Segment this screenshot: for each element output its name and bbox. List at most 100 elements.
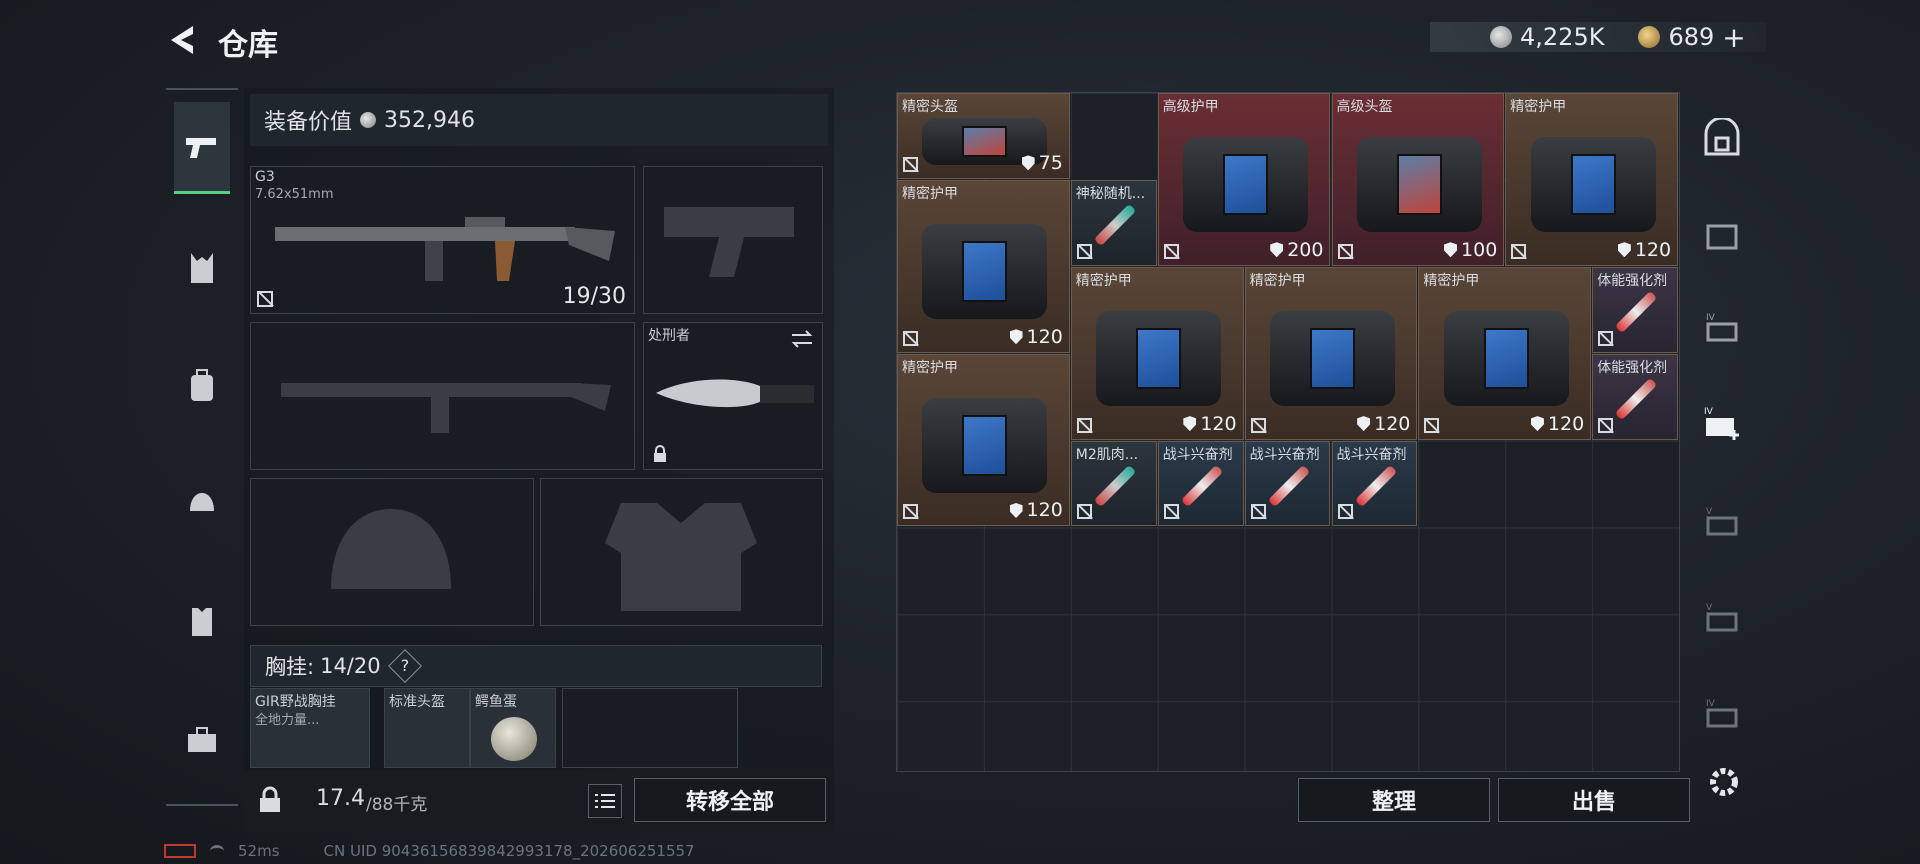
stash-item[interactable]: 体能强化剂 <box>1592 266 1679 353</box>
bag-screen-icon <box>1483 328 1529 390</box>
durability-value: 120 <box>1634 238 1672 261</box>
tab-backpack[interactable] <box>174 356 230 416</box>
broken-indicator-icon <box>1598 330 1614 346</box>
stash-item-name: 战斗兴奋剂 <box>1249 446 1320 463</box>
shield-icon <box>1270 242 1284 258</box>
silver-coin-icon <box>1490 26 1512 48</box>
rifle-ghost-icon <box>281 383 611 433</box>
help-button[interactable]: ? <box>387 649 422 683</box>
weight-current: 17.4 <box>316 786 365 811</box>
tab-weapons[interactable] <box>174 102 230 194</box>
stash-item[interactable]: M2肌肉... <box>1070 440 1157 527</box>
broken-indicator-icon <box>1511 243 1527 259</box>
category-tabs <box>166 88 238 806</box>
status-bar: 52ms CN UID 9043615683984299317​8_202606… <box>164 842 695 860</box>
value-amount: 352,946 <box>384 107 475 133</box>
stash-item[interactable]: 战斗兴奋剂 <box>1244 440 1331 527</box>
stash-item-name: 精密护甲 <box>1423 272 1480 289</box>
melee-name: 处刑者 <box>648 328 690 344</box>
broken-indicator-icon <box>1163 504 1179 520</box>
shield-icon <box>1530 416 1544 432</box>
broken-indicator-icon <box>1076 504 1092 520</box>
tab-helmet[interactable] <box>174 474 230 534</box>
second-primary-slot[interactable] <box>250 322 635 470</box>
sell-button[interactable]: 出售 <box>1498 778 1690 822</box>
currency-bar: 4,225K 689 + <box>1430 21 1766 54</box>
stash-item-name: 高级头盔 <box>1336 99 1393 115</box>
case-v2-icon[interactable]: V <box>1700 596 1744 640</box>
add-gold-button[interactable]: + <box>1722 21 1745 54</box>
stash-item[interactable]: 战斗兴奋剂 <box>1331 440 1418 527</box>
helmet-bag-icon <box>1356 137 1482 233</box>
shield-icon <box>1617 242 1631 258</box>
stash-item[interactable]: 高级头盔 100 <box>1331 93 1505 266</box>
rig-icon <box>191 253 213 283</box>
uid: CN UID 9043615683984299317​8_20260625155… <box>323 842 695 860</box>
stash-item[interactable]: 精密护甲 120 <box>1505 93 1679 266</box>
durability: 75 <box>1021 151 1063 174</box>
stash-item[interactable]: 精密头盔 75 <box>897 93 1070 179</box>
stash-item[interactable]: 体能强化剂 <box>1592 353 1679 440</box>
armor-bag-icon <box>1530 137 1656 233</box>
chest-empty-slot[interactable] <box>562 688 738 768</box>
settings-icon[interactable] <box>1704 762 1744 802</box>
warehouse-screen: 仓库 4,225K 689 + 装备价值 352,946 G3 7.62x51m… <box>0 0 1920 864</box>
case-iv-icon[interactable]: IV <box>1700 306 1744 350</box>
stash-item[interactable]: 精密护甲 120 <box>1070 266 1244 440</box>
silver-coin-icon <box>360 112 377 128</box>
pistol-icon <box>186 137 216 158</box>
back-arrow-icon[interactable] <box>165 22 201 58</box>
crate-icon[interactable] <box>1700 212 1744 256</box>
durability: 200 <box>1270 239 1323 261</box>
stash-item[interactable]: 精密护甲 120 <box>1244 266 1418 440</box>
durability: 120 <box>1617 238 1672 261</box>
broken-indicator-icon <box>1076 417 1092 433</box>
tab-armor[interactable] <box>174 592 230 652</box>
syringe-icon <box>1093 464 1137 507</box>
tab-chest-rig[interactable] <box>174 238 230 298</box>
stash-item-name: 精密护甲 <box>1249 272 1306 289</box>
weapon-name: G3 <box>255 169 275 185</box>
armor-bag-icon <box>1183 137 1309 233</box>
broken-indicator-icon <box>903 330 918 346</box>
stash-item-name: 精密头盔 <box>902 99 958 115</box>
stash-item[interactable]: 精密护甲 120 <box>897 353 1070 527</box>
bag-screen-icon <box>962 241 1008 303</box>
shield-icon <box>1009 329 1023 345</box>
syringe-icon <box>1354 464 1397 507</box>
container-rail: IV IV V V IV <box>1692 92 1752 782</box>
chest-rig-bar: 胸挂: 14/20 ? <box>250 645 822 687</box>
stash-item[interactable]: 高级护甲 200 <box>1157 93 1331 266</box>
stash-item[interactable]: 精密护甲 120 <box>1418 266 1592 440</box>
chest-rig-item[interactable]: GIR野战胸挂 全地力量... <box>250 688 370 768</box>
stash-item[interactable]: 神秘随机... <box>1070 179 1157 266</box>
durability-value: 75 <box>1038 151 1063 174</box>
transfer-all-button[interactable]: 转移全部 <box>634 778 826 822</box>
case-iv-3-icon[interactable]: IV <box>1700 692 1744 736</box>
bag-screen-icon <box>1309 328 1355 390</box>
chest-item-helmet[interactable]: 标准头盔 <box>384 688 470 768</box>
list-view-button[interactable] <box>588 784 622 818</box>
syringe-icon <box>1267 464 1310 507</box>
case-iv-add-icon[interactable]: IV <box>1700 402 1744 446</box>
chest-item-egg[interactable]: 鳄鱼蛋 <box>470 688 556 768</box>
armor-slot[interactable] <box>540 478 823 626</box>
secondary-weapon-slot[interactable] <box>643 166 823 314</box>
primary-weapon-slot[interactable]: G3 7.62x51mm 19/30 <box>250 166 635 314</box>
tab-case[interactable] <box>174 710 230 770</box>
broken-indicator-icon <box>1424 417 1440 433</box>
durability-value: 120 <box>1200 412 1237 435</box>
broken-indicator-icon <box>1076 243 1092 259</box>
safe-icon[interactable] <box>1700 116 1744 160</box>
stash-item-name: 神秘随机... <box>1075 185 1146 202</box>
sort-button[interactable]: 整理 <box>1298 778 1490 822</box>
durability: 120 <box>1357 413 1410 435</box>
toolbox-icon <box>188 727 216 752</box>
melee-slot[interactable]: 处刑者 <box>643 322 823 470</box>
chest-rig-name: GIR野战胸挂 <box>255 694 336 710</box>
case-v-icon[interactable]: V <box>1700 500 1744 544</box>
stash-item[interactable]: 精密护甲 120 <box>897 179 1070 353</box>
stash-item[interactable]: 战斗兴奋剂 <box>1157 440 1244 527</box>
helmet-slot[interactable] <box>250 478 534 626</box>
stash-item-name: 体能强化剂 <box>1597 359 1668 376</box>
